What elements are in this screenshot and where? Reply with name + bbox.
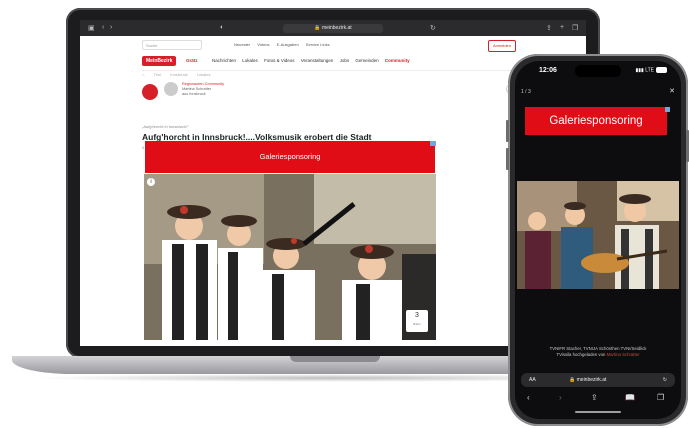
- home-icon[interactable]: ⌂: [142, 72, 144, 77]
- address-url: 🔒 meinbezirk.at: [569, 373, 606, 387]
- volume-button: [506, 120, 509, 142]
- search-input[interactable]: Suche: [142, 40, 202, 50]
- network-label: LTE: [645, 67, 654, 74]
- gallery-image[interactable]: [144, 174, 436, 340]
- site-top-bar: Suche Neuester Videos E-Ausgaben Service…: [142, 40, 516, 52]
- breadcrumb-item[interactable]: Lokales: [197, 72, 211, 77]
- site-logo[interactable]: MeinBezirk: [142, 56, 177, 66]
- back-icon[interactable]: ‹: [527, 393, 530, 402]
- gallery-counter-label: Bilder: [413, 322, 421, 326]
- photo-caption: TVNIFR Stacher, TVNIJA Schönthen TVNI/Se…: [519, 346, 677, 358]
- gallery-counter-number: 3: [415, 312, 419, 319]
- tabs-icon[interactable]: ❐: [657, 393, 664, 402]
- new-tab-icon[interactable]: +: [560, 24, 564, 31]
- avatar[interactable]: [164, 82, 178, 96]
- musicians-photo: [517, 181, 679, 289]
- reload-icon[interactable]: ↻: [430, 24, 436, 32]
- address-bar[interactable]: AA 🔒 meinbezirk.at ↻: [521, 373, 675, 387]
- info-icon[interactable]: i: [147, 178, 155, 186]
- shield-icon: ◐: [220, 24, 225, 31]
- gallery-image[interactable]: [517, 181, 679, 289]
- status-time: 12:06: [539, 67, 557, 74]
- reader-mode-button[interactable]: AA: [529, 373, 536, 387]
- share-icon[interactable]: ⇪: [591, 393, 598, 402]
- main-nav: MeinBezirk Grätz Nachrichten Lokales Fot…: [142, 56, 516, 68]
- login-button[interactable]: Anmelden: [487, 40, 516, 52]
- signal-icon: ▮▮▮: [635, 67, 644, 74]
- status-bar: 12:06 ▮▮▮ LTE: [515, 61, 681, 79]
- breadcrumb-item[interactable]: Tirol: [153, 72, 161, 77]
- top-link-service[interactable]: Service Links: [306, 42, 330, 47]
- laptop-notch: [290, 356, 380, 362]
- ad-info-icon[interactable]: [665, 107, 670, 112]
- status-indicators: ▮▮▮ LTE: [636, 67, 667, 73]
- gallery-position: 1 / 3: [521, 89, 531, 95]
- phone-screen: 12:06 ▮▮▮ LTE 1 / 3 ✕ Galeriesponsoring …: [515, 61, 681, 419]
- address-url-text: meinbezirk.at: [576, 377, 607, 383]
- ad-info-icon[interactable]: [430, 141, 436, 146]
- article-kicker: „Aufg'horcht in Innsbruck!“: [142, 124, 189, 129]
- top-link-e-ausgaben[interactable]: E-Ausgaben: [277, 42, 299, 47]
- divider: [142, 70, 516, 71]
- bookmarks-icon[interactable]: 📖: [625, 393, 635, 402]
- lock-icon: 🔒: [569, 377, 576, 383]
- dynamic-island: [575, 65, 621, 77]
- nav-item-nachrichten[interactable]: Nachrichten: [212, 58, 236, 63]
- nav-item-gemeinden[interactable]: Gemeinden: [355, 58, 378, 63]
- nav-item-jobs[interactable]: Jobs: [340, 58, 350, 63]
- share-icon[interactable]: ⇪: [546, 24, 552, 32]
- forward-icon[interactable]: ›: [110, 24, 112, 31]
- gallery-counter[interactable]: 3 Bilder: [406, 310, 428, 332]
- browser-toolbar: ▣ ‹ › ◐ 🔒 meinbezirk.at ↻ ⇪ + ❐: [80, 20, 586, 36]
- address-url: meinbezirk.at: [321, 25, 352, 31]
- volume-button: [506, 148, 509, 170]
- city-selector[interactable]: Grätz: [186, 58, 198, 63]
- forward-icon[interactable]: ›: [559, 393, 562, 402]
- community-badge-icon: [142, 84, 158, 100]
- caption-line: TVissila hochgeladen von Martina Schratt…: [519, 352, 677, 358]
- breadcrumb-item[interactable]: Innsbruck: [170, 72, 187, 77]
- tabs-icon[interactable]: ❐: [572, 24, 578, 32]
- sponsor-banner[interactable]: Galeriesponsoring: [145, 141, 435, 173]
- close-icon[interactable]: ✕: [669, 87, 675, 95]
- caption-author-link[interactable]: Martina Schratter: [607, 352, 640, 357]
- back-icon[interactable]: ‹: [102, 24, 104, 31]
- musicians-photo: [144, 174, 436, 340]
- nav-links: Nachrichten Lokales Fotos & Videos Veran…: [212, 58, 415, 63]
- nav-item-community[interactable]: Community: [385, 58, 410, 63]
- sponsor-banner[interactable]: Galeriesponsoring: [525, 107, 667, 135]
- caption-credit: TVissila: [556, 352, 572, 357]
- nav-item-lokales[interactable]: Lokales: [242, 58, 258, 63]
- address-bar[interactable]: 🔒 meinbezirk.at: [283, 24, 383, 33]
- top-link-videos[interactable]: Videos: [257, 42, 269, 47]
- top-links: Neuester Videos E-Ausgaben Service Links: [234, 42, 336, 47]
- nav-item-veranstaltungen[interactable]: Veranstaltungen: [301, 58, 334, 63]
- home-indicator: [575, 411, 621, 413]
- sidebar-toggle-icon[interactable]: ▣: [88, 24, 95, 32]
- nav-item-fotos-videos[interactable]: Fotos & Videos: [264, 58, 294, 63]
- author-meta: Regionauten-Community Martina Schratter …: [182, 82, 224, 97]
- top-link-neuester[interactable]: Neuester: [234, 42, 250, 47]
- author-block: Regionauten-Community Martina Schratter …: [142, 82, 516, 102]
- safari-toolbar: ‹ › ⇪ 📖 ❐: [515, 393, 681, 407]
- battery-icon: [656, 67, 667, 73]
- author-location: aus Innsbruck: [182, 92, 206, 96]
- reload-icon[interactable]: ↻: [663, 373, 667, 387]
- breadcrumb: ⌂ Tirol Innsbruck Lokales: [142, 72, 219, 77]
- caption-uploaded: hochgeladen von: [572, 352, 606, 357]
